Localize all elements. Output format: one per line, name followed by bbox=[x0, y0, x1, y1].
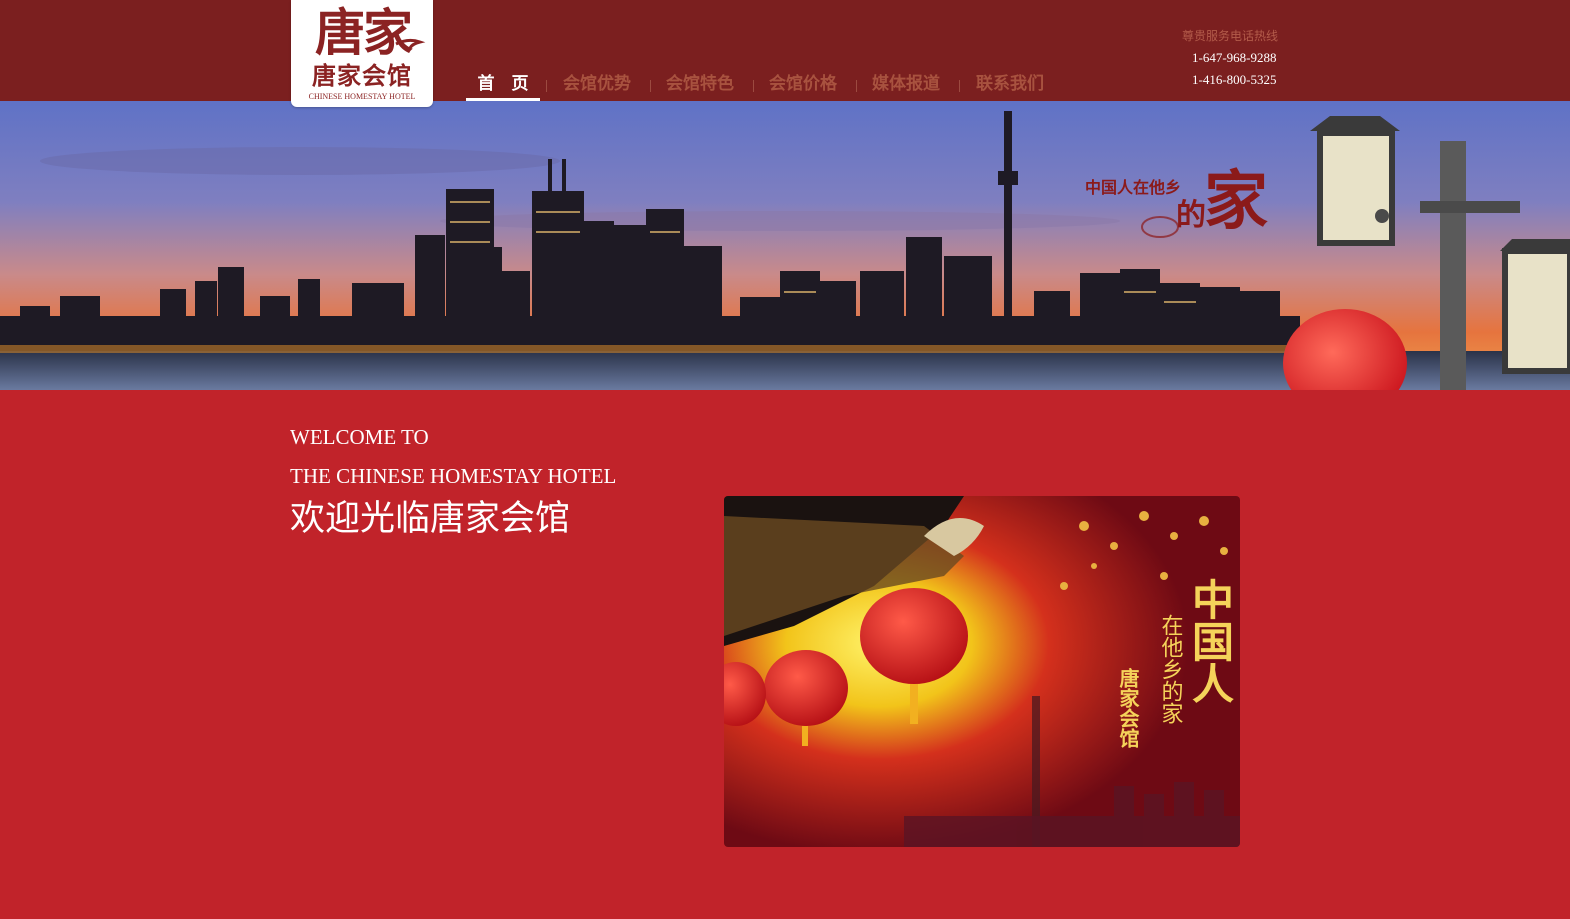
nav-separator bbox=[959, 80, 960, 92]
promo-brand-vertical: 唐家会馆 bbox=[1116, 667, 1140, 749]
hotline-phone-2[interactable]: 1-416-800-5325 bbox=[1192, 72, 1277, 88]
nav-item-features[interactable]: 会馆特色 bbox=[666, 72, 734, 98]
nav-separator bbox=[650, 80, 651, 92]
welcome-heading-line2: THE CHINESE HOMESTAY HOTEL bbox=[290, 464, 617, 488]
logo-mark: 唐家 bbox=[315, 4, 426, 62]
nav-item-prices[interactable]: 会馆价格 bbox=[769, 72, 837, 98]
promo-title-script: 在他乡的家 bbox=[1158, 614, 1184, 724]
promo-image: 中国人 在他乡的家 唐家会馆 bbox=[724, 496, 1240, 847]
nav-item-media[interactable]: 媒体报道 bbox=[872, 72, 940, 98]
nav-separator bbox=[546, 80, 547, 92]
logo-chinese-name: 唐家会馆 bbox=[312, 62, 412, 90]
nav-separator bbox=[856, 80, 857, 92]
banner-tagline-de: 的 bbox=[1176, 198, 1206, 233]
hotline-phone-1[interactable]: 1-647-968-9288 bbox=[1192, 50, 1277, 66]
nav-item-home[interactable]: 首 页 bbox=[466, 72, 540, 102]
logo-english-name: CHINESE HOMESTAY HOTEL bbox=[308, 92, 416, 101]
site-header: 唐家 唐家会馆 CHINESE HOMESTAY HOTEL 首 页 会馆优势 … bbox=[0, 0, 1570, 107]
nav-item-advantages[interactable]: 会馆优势 bbox=[563, 72, 631, 98]
toronto-skyline-image: 中国人在他乡 的 家 bbox=[0, 101, 1570, 390]
promo-lantern-artwork: 中国人 在他乡的家 唐家会馆 bbox=[724, 496, 1240, 847]
hotline-title: 尊贵服务电话热线 bbox=[1182, 29, 1279, 43]
hero-banner: 中国人在他乡 的 家 bbox=[0, 101, 1570, 390]
nav-separator bbox=[753, 80, 754, 92]
welcome-heading-line1: WELCOME TO bbox=[290, 425, 429, 449]
welcome-heading-chinese: 欢迎光临唐家会馆 bbox=[290, 499, 571, 539]
banner-tagline-big: 家 bbox=[1204, 164, 1268, 239]
site-logo[interactable]: 唐家 唐家会馆 CHINESE HOMESTAY HOTEL bbox=[291, 0, 433, 107]
banner-tagline-small: 中国人在他乡 bbox=[1085, 178, 1181, 197]
promo-title-big: 中国人 bbox=[1186, 578, 1235, 704]
nav-item-contact[interactable]: 联系我们 bbox=[976, 72, 1044, 98]
logo-mark-text: 唐家 bbox=[315, 4, 413, 62]
